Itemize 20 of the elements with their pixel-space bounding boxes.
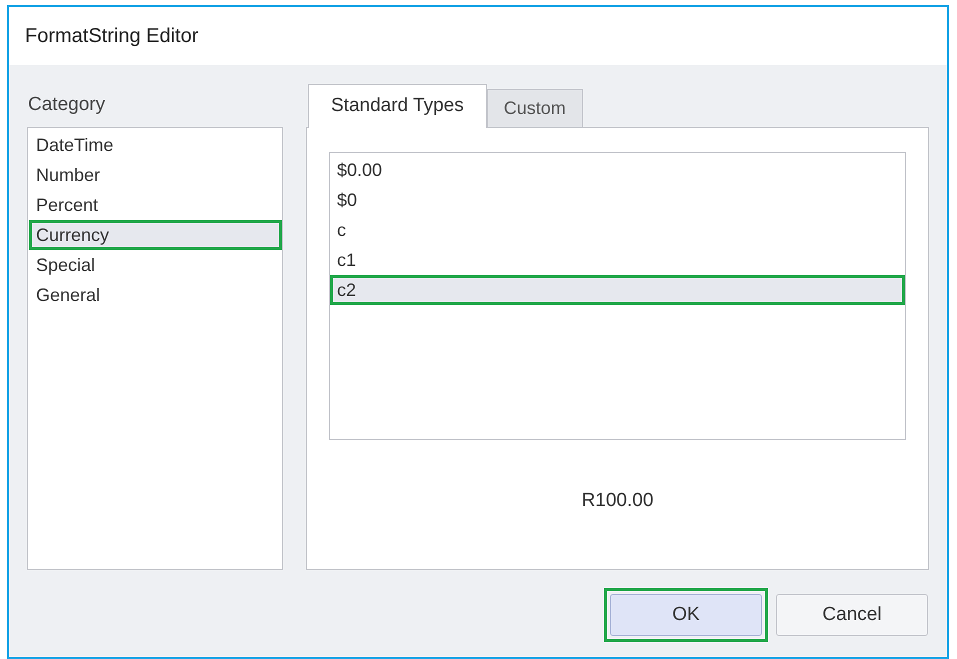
list-item[interactable]: c bbox=[330, 215, 905, 245]
list-item[interactable]: c1 bbox=[330, 245, 905, 275]
category-list[interactable]: DateTime Number Percent Currency Special General bbox=[27, 127, 283, 570]
dialog-button[interactable]: OK bbox=[610, 594, 762, 636]
tab[interactable]: Custom bbox=[486, 89, 583, 127]
list-item[interactable]: Currency bbox=[29, 220, 282, 250]
list-item[interactable]: General bbox=[29, 280, 282, 310]
dialog-button[interactable]: Cancel bbox=[776, 594, 928, 636]
category-label: Category bbox=[27, 92, 106, 116]
list-item[interactable]: c2 bbox=[330, 275, 905, 305]
format-list[interactable]: $0.00 $0 c c1 c2 bbox=[329, 152, 906, 440]
list-item[interactable]: $0.00 bbox=[330, 155, 905, 185]
list-item[interactable]: DateTime bbox=[29, 130, 282, 160]
list-item[interactable]: $0 bbox=[330, 185, 905, 215]
list-item[interactable]: Percent bbox=[29, 190, 282, 220]
window-title: FormatString Editor bbox=[25, 24, 198, 49]
list-item[interactable]: Number bbox=[29, 160, 282, 190]
list-item[interactable]: Special bbox=[29, 250, 282, 280]
tab[interactable]: Standard Types bbox=[308, 84, 487, 128]
preview-text: R100.00 bbox=[582, 489, 654, 513]
